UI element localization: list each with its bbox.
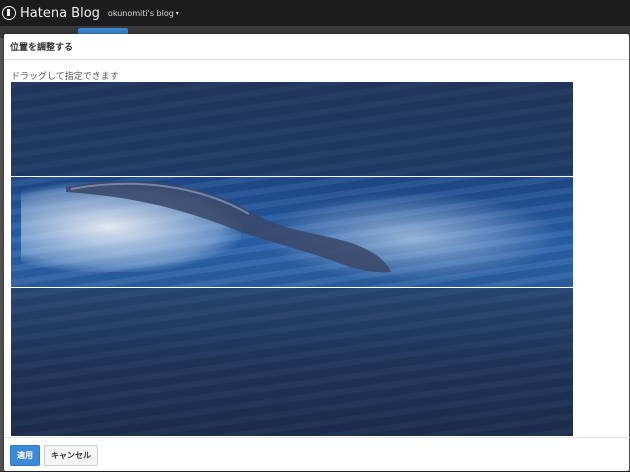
crop-shade-top (11, 82, 573, 176)
crop-selection[interactable] (11, 176, 573, 288)
dialog-title: 位置を調整する (10, 43, 74, 53)
hatena-logo-icon (2, 6, 16, 20)
cancel-button[interactable]: キャンセル (44, 444, 98, 466)
apply-button[interactable]: 適用 (10, 444, 40, 466)
position-adjust-dialog: 位置を調整する ドラッグして指定できます 適用 キャンセル (4, 34, 630, 472)
logo-text: Hatena Blog (20, 5, 100, 21)
blog-switcher[interactable]: okunomiti's blog (108, 9, 174, 18)
drag-hint: ドラッグして指定できます (11, 72, 119, 82)
hatena-blog-logo[interactable]: Hatena Blog (2, 6, 100, 21)
image-crop-area[interactable] (11, 82, 573, 436)
global-header: Hatena Blog okunomiti's blog ▾ (0, 0, 630, 26)
dialog-header: 位置を調整する (4, 34, 629, 60)
dialog-footer: 適用 キャンセル (4, 437, 630, 472)
chevron-down-icon[interactable]: ▾ (176, 10, 179, 17)
crop-shade-bottom (11, 288, 573, 436)
